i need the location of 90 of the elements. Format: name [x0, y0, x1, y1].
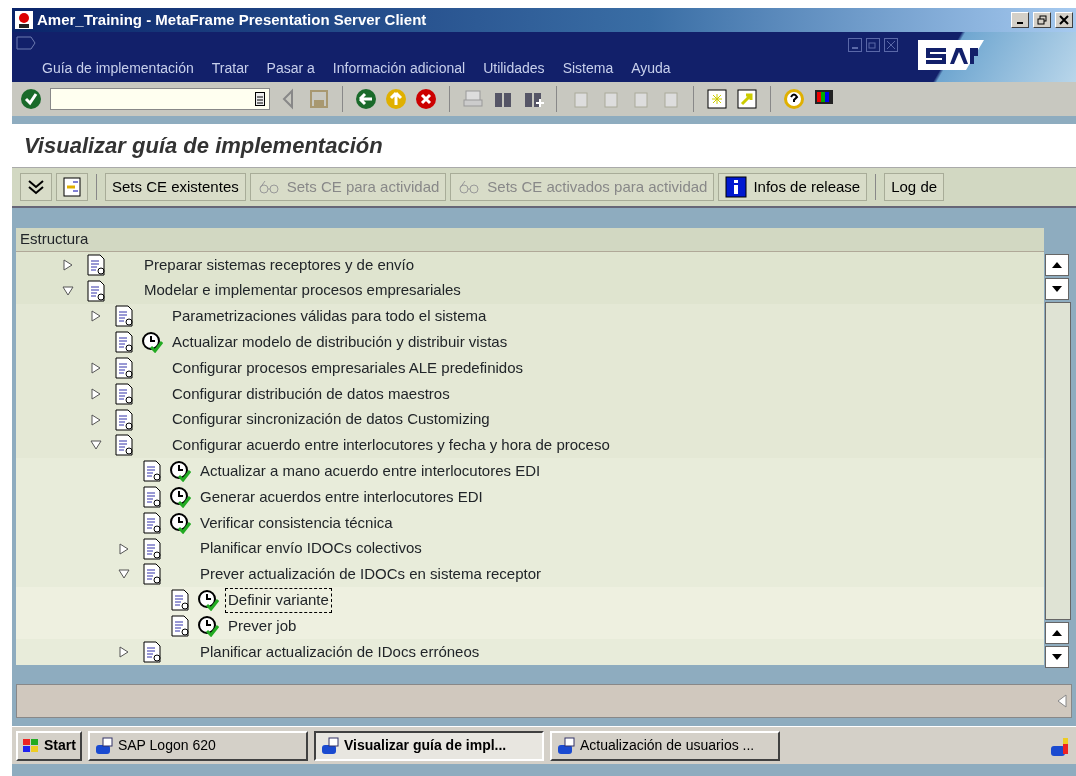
document-icon: [86, 279, 106, 302]
document-icon: [142, 460, 162, 483]
document-icon: [86, 253, 106, 276]
maximize-button[interactable]: [1033, 12, 1051, 28]
expand-icon[interactable]: [90, 387, 102, 400]
left-arrow-icon[interactable]: [1057, 694, 1067, 708]
minimize-icon: [1017, 22, 1023, 24]
clock-icon[interactable]: [169, 511, 191, 534]
collapse-icon[interactable]: [62, 284, 74, 297]
double-chevron-icon: [27, 178, 45, 196]
sap-logo: [916, 38, 986, 72]
back-icon[interactable]: [355, 88, 377, 110]
document-icon: [114, 434, 134, 457]
window-title: Amer_Training - MetaFrame Presentation Server Client: [37, 9, 428, 30]
document-icon: [114, 357, 134, 380]
screen-title: Visualizar guía de implementación: [24, 132, 383, 160]
menu-item[interactable]: Guía de implementación: [42, 58, 194, 79]
document-icon: [114, 408, 134, 431]
scroll-down-button[interactable]: [1045, 646, 1069, 668]
collapse-icon[interactable]: [90, 439, 102, 452]
expand-all-button[interactable]: [20, 173, 52, 201]
menu-item[interactable]: Información adicional: [332, 58, 466, 79]
expand-icon[interactable]: [90, 362, 102, 375]
document-icon: [170, 615, 190, 638]
info-button[interactable]: [56, 173, 88, 201]
info-icon: [725, 176, 748, 198]
maximize-icon: [1037, 15, 1047, 25]
clock-icon[interactable]: [197, 589, 219, 612]
tree-item[interactable]: Definir variante: [226, 589, 331, 612]
clock-icon[interactable]: [169, 460, 191, 483]
expand-icon[interactable]: [118, 542, 130, 555]
document-icon: [142, 640, 162, 663]
clock-icon[interactable]: [141, 331, 163, 354]
menu-item[interactable]: Sistema: [562, 58, 614, 79]
expand-icon[interactable]: [62, 258, 74, 271]
start-button[interactable]: Start: [16, 730, 82, 761]
new-session-icon[interactable]: [706, 88, 728, 110]
document-icon: [142, 563, 162, 586]
menu-item[interactable]: Pasar a: [266, 58, 315, 79]
scroll-up-button[interactable]: [1045, 622, 1069, 644]
menu-icon[interactable]: [16, 36, 36, 50]
minimize-button[interactable]: [1011, 12, 1029, 28]
document-icon: [114, 331, 134, 354]
cancel-icon[interactable]: [415, 88, 437, 110]
toolbar-button[interactable]: Infos de release: [718, 173, 868, 201]
document-icon: [142, 511, 162, 534]
collapse-icon[interactable]: [118, 568, 130, 581]
shortcut-icon[interactable]: [736, 88, 758, 110]
taskbar-button[interactable]: Actualización de usuarios ...: [549, 730, 780, 761]
document-icon: [114, 382, 134, 405]
menu-item[interactable]: Tratar: [211, 58, 249, 79]
menu-item[interactable]: Utilidades: [483, 58, 545, 79]
menu-item[interactable]: Ayuda: [631, 58, 671, 79]
expand-icon[interactable]: [118, 645, 130, 658]
app-icon: [15, 11, 33, 29]
toolbar-button[interactable]: Sets CE existentes: [105, 173, 246, 201]
scroll-up-button[interactable]: [1045, 254, 1069, 276]
windows-flag-icon: [22, 737, 40, 754]
taskbar-button[interactable]: Visualizar guía de impl...: [313, 730, 544, 761]
scroll-down-button[interactable]: [1045, 278, 1069, 300]
tree-item[interactable]: Verificar consistencia técnica: [198, 511, 395, 535]
tree-item[interactable]: Planificar envío IDOCs colectivos: [198, 537, 424, 560]
enter-icon[interactable]: [20, 88, 42, 110]
toolbar-button[interactable]: Log de: [884, 173, 945, 201]
expand-icon[interactable]: [90, 310, 102, 323]
clock-icon[interactable]: [197, 615, 219, 638]
glasses-icon: [256, 179, 281, 195]
app-window-icon: [93, 736, 114, 755]
down-arrow-icon: [1052, 654, 1062, 660]
document-icon: [142, 537, 162, 560]
down-arrow-icon: [1052, 286, 1062, 292]
glasses-icon: [457, 179, 482, 195]
scrollbar-thumb[interactable]: [1045, 302, 1071, 620]
taskbar-button[interactable]: SAP Logon 620: [87, 730, 308, 761]
document-icon: [114, 305, 134, 328]
app-window-icon: [555, 736, 576, 755]
clock-icon[interactable]: [169, 486, 191, 509]
document-icon: [142, 486, 162, 509]
close-button[interactable]: [1055, 12, 1073, 28]
tree-item[interactable]: Prever job: [226, 614, 299, 638]
document-icon: [170, 589, 190, 612]
help-icon[interactable]: [783, 88, 805, 110]
up-arrow-icon: [1052, 630, 1062, 636]
up-arrow-icon: [1052, 262, 1062, 268]
app-window-icon: [319, 736, 340, 755]
column-header: Estructura: [20, 229, 89, 250]
expand-icon[interactable]: [90, 413, 102, 426]
list-icon: [255, 92, 265, 106]
close-icon: [1059, 15, 1069, 25]
command-field[interactable]: [50, 88, 270, 110]
